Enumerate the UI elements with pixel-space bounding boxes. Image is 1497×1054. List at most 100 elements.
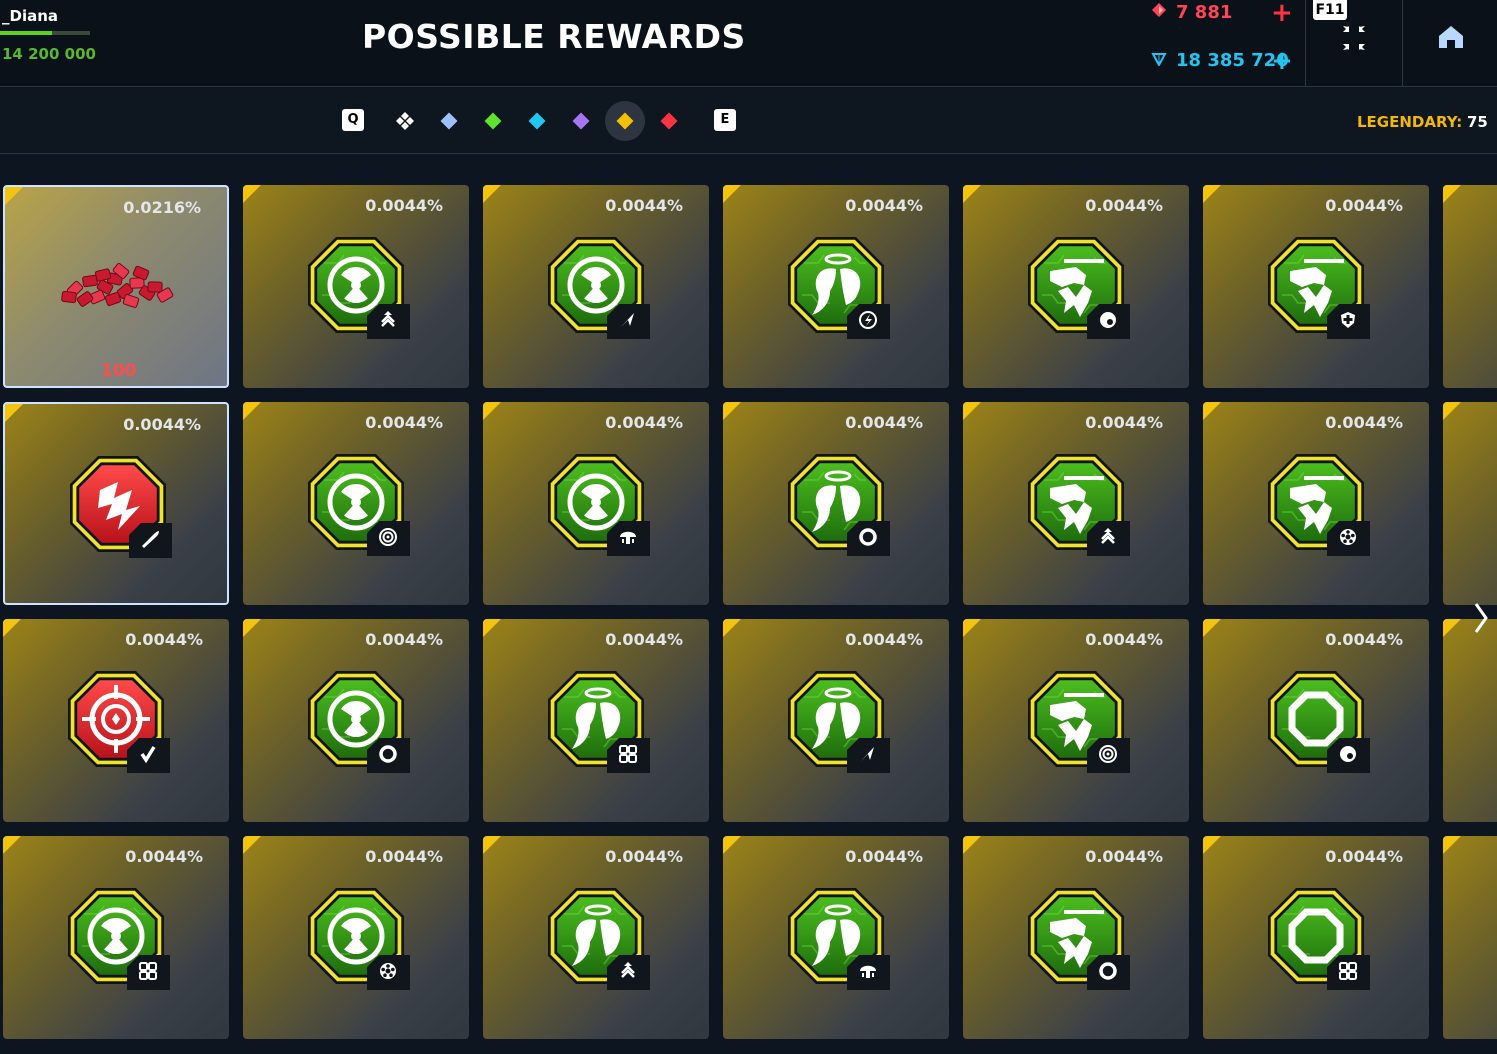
radiation-module-icon <box>548 454 650 556</box>
drop-probability: 0.0044% <box>845 413 923 432</box>
add-rubies-button[interactable]: + <box>1271 0 1293 26</box>
reward-card[interactable]: 0.0044% <box>3 836 229 1039</box>
reward-card[interactable]: 0.0044% <box>243 185 469 388</box>
reward-card[interactable]: 0.0044% <box>963 836 1189 1039</box>
next-rarity-key[interactable]: E <box>714 109 736 131</box>
reward-card[interactable]: 0.0044% <box>963 402 1189 605</box>
rarity-filter-rare[interactable] <box>517 101 557 141</box>
reward-card[interactable]: 0.0044% <box>483 619 709 822</box>
drop-probability: 0.0044% <box>1085 847 1163 866</box>
reward-card[interactable]: 0.0044% <box>723 836 949 1039</box>
rewards-grid: 0.0216% 100 0.0044% 0.0044% 0.0044% 0.0044% 0.… <box>0 154 1497 1054</box>
reward-card[interactable]: 0.0044% <box>483 836 709 1039</box>
drop-probability: 0.0044% <box>605 847 683 866</box>
drop-probability: 0.0044% <box>1325 847 1403 866</box>
reward-card-partial[interactable] <box>1443 185 1497 388</box>
drop-probability: 0.0044% <box>365 413 443 432</box>
collapse-arrows-icon <box>1343 26 1365 50</box>
reward-card[interactable]: 0.0044% <box>3 402 229 605</box>
tank-module-icon <box>1028 454 1130 556</box>
rubies-pile-icon <box>61 263 174 308</box>
legendary-count: 75 <box>1467 113 1488 131</box>
legendary-corner-marker <box>1443 619 1461 637</box>
reward-card[interactable]: 0.0044% <box>723 402 949 605</box>
legendary-count-label: LEGENDARY: <box>1357 113 1463 131</box>
diamond-icon <box>440 112 458 130</box>
legendary-corner-marker <box>1203 402 1221 420</box>
legendary-corner-marker <box>243 185 261 203</box>
legendary-corner-marker <box>483 402 501 420</box>
rarity-filter-legendary[interactable] <box>605 101 645 141</box>
legendary-corner-marker <box>243 836 261 854</box>
legendary-corner-marker <box>3 836 21 854</box>
drop-probability: 0.0044% <box>845 847 923 866</box>
reward-card[interactable]: 0.0044% <box>1203 402 1429 605</box>
reward-card[interactable]: 0.0044% <box>963 185 1189 388</box>
reward-quantity: 100 <box>101 361 137 381</box>
reward-card[interactable]: 0.0044% <box>963 619 1189 822</box>
divider <box>1402 0 1403 86</box>
next-page-arrow-icon[interactable] <box>1471 600 1491 636</box>
legendary-corner-marker <box>963 402 981 420</box>
angel-module-icon <box>788 888 890 990</box>
legendary-corner-marker <box>483 836 501 854</box>
legendary-corner-marker <box>483 619 501 637</box>
home-icon <box>1439 26 1463 48</box>
legendary-corner-marker <box>243 619 261 637</box>
reward-card[interactable]: 0.0044% <box>243 402 469 605</box>
reward-card-partial[interactable] <box>1443 836 1497 1039</box>
rarity-filter-uncommon[interactable] <box>473 101 513 141</box>
reward-card[interactable]: 0.0044% <box>723 619 949 822</box>
drop-probability: 0.0044% <box>605 630 683 649</box>
reward-card[interactable]: 0.0044% <box>483 185 709 388</box>
legendary-corner-marker <box>483 185 501 203</box>
radiation-module-icon <box>308 888 410 990</box>
reward-card[interactable]: 0.0044% <box>243 836 469 1039</box>
reward-card[interactable]: 0.0044% <box>1203 619 1429 822</box>
reward-card[interactable]: 0.0044% <box>483 402 709 605</box>
rubies-balance: 7 881 <box>1150 2 1232 23</box>
reward-card[interactable]: 0.0044% <box>243 619 469 822</box>
rarity-filter-exotic[interactable] <box>649 101 689 141</box>
legendary-corner-marker <box>3 619 21 637</box>
legendary-corner-marker <box>5 187 23 205</box>
diamond-icon <box>660 112 678 130</box>
drop-probability: 0.0044% <box>1325 196 1403 215</box>
drop-probability: 0.0044% <box>1085 196 1163 215</box>
angel-module-icon <box>788 454 890 556</box>
rarity-filter-common[interactable] <box>429 101 469 141</box>
fullscreen-button[interactable] <box>1338 24 1370 52</box>
legendary-corner-marker <box>963 185 981 203</box>
radiation-module-icon <box>308 454 410 556</box>
reward-card[interactable]: 0.0044% <box>723 185 949 388</box>
prev-rarity-key[interactable]: Q <box>342 109 364 131</box>
legendary-corner-marker <box>723 619 741 637</box>
diamond-icon <box>572 112 590 130</box>
reward-card[interactable]: 0.0044% <box>3 619 229 822</box>
tank-module-icon <box>1268 454 1370 556</box>
page-title: POSSIBLE REWARDS <box>362 17 746 56</box>
diamond-icon <box>528 112 546 130</box>
drop-probability: 0.0044% <box>605 413 683 432</box>
reward-card[interactable]: 0.0044% <box>1203 185 1429 388</box>
angel-module-icon <box>548 671 650 773</box>
home-button[interactable] <box>1437 24 1465 50</box>
reward-card[interactable]: 0.0216% 100 <box>3 185 229 388</box>
drop-probability: 0.0044% <box>123 415 201 434</box>
drop-probability: 0.0044% <box>605 196 683 215</box>
legendary-corner-marker <box>1203 185 1221 203</box>
radiation-module-icon <box>68 888 170 990</box>
rarity-filter-all[interactable] <box>385 101 425 141</box>
player-score: 14 200 000 <box>2 45 96 63</box>
drop-probability: 0.0044% <box>365 196 443 215</box>
player-progress-fill <box>0 31 53 35</box>
reward-card[interactable]: 0.0044% <box>1203 836 1429 1039</box>
rarity-filter-epic[interactable] <box>561 101 601 141</box>
crystal-icon <box>1151 53 1167 66</box>
reward-card-partial[interactable] <box>1443 619 1497 822</box>
reward-card-partial[interactable] <box>1443 402 1497 605</box>
add-crystals-button[interactable]: + <box>1271 48 1293 74</box>
angel-module-icon <box>788 671 890 773</box>
drop-probability: 0.0044% <box>1085 413 1163 432</box>
diamond-icon <box>616 112 634 130</box>
